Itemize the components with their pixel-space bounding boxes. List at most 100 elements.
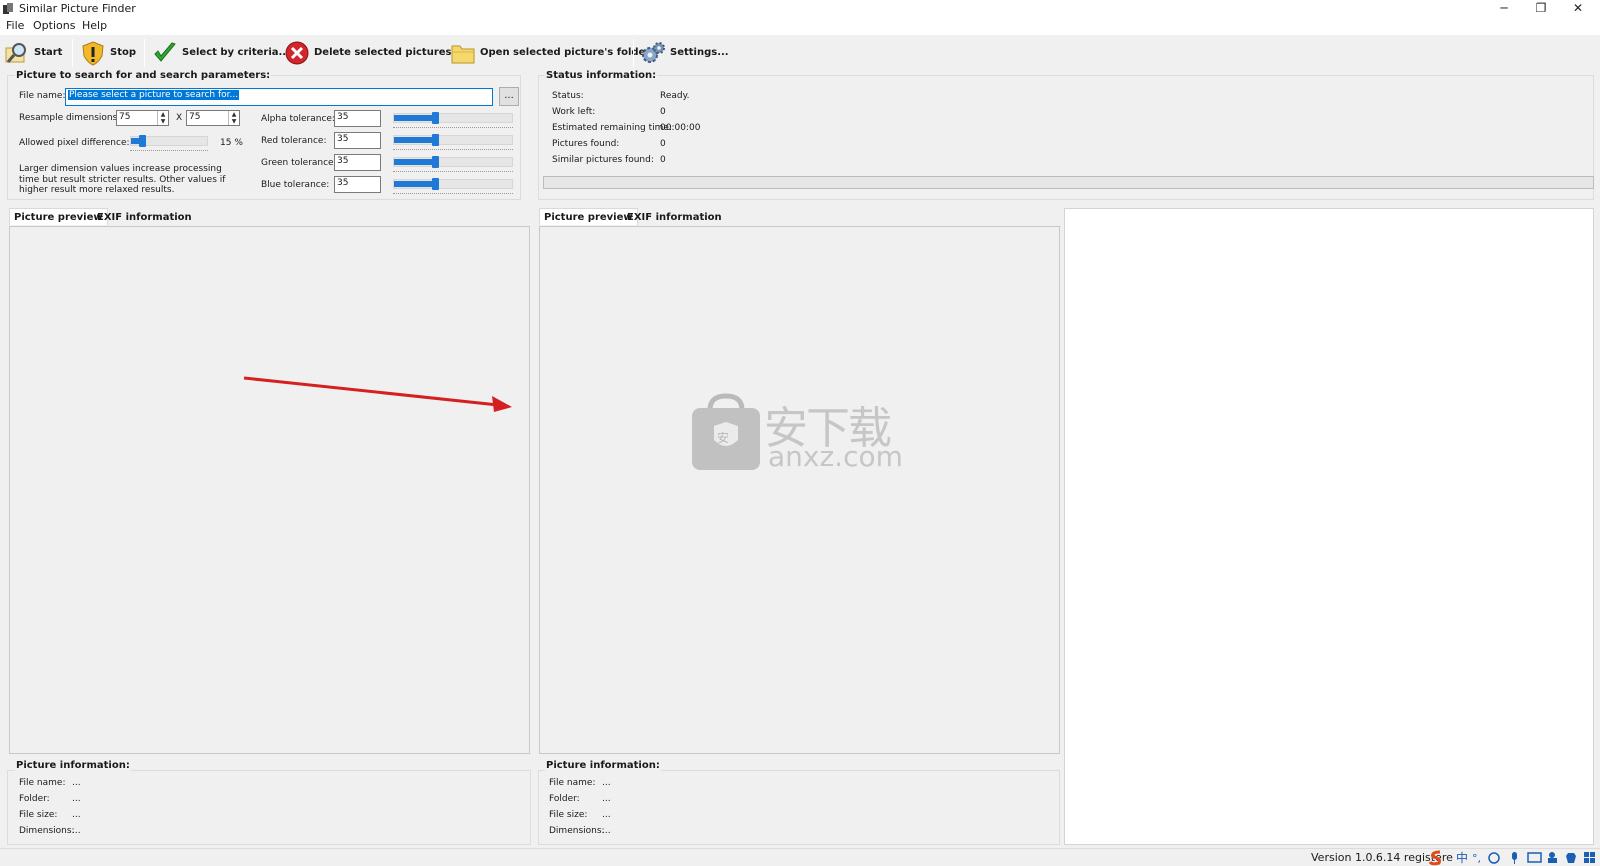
dimensions-info-value: ...: [602, 826, 611, 836]
file-name-info-label: File name:: [549, 778, 596, 788]
slider-thumb[interactable]: [432, 178, 440, 190]
checkmark-icon: [152, 40, 178, 66]
slider-track: [393, 156, 513, 168]
tab-exif-left[interactable]: EXIF information: [93, 209, 196, 226]
window-title: Similar Picture Finder: [19, 2, 136, 15]
delete-selected-button[interactable]: Delete selected pictures...: [284, 38, 463, 67]
dimensions-info-value: ...: [72, 826, 81, 836]
resample-label: Resample dimensions:: [19, 113, 121, 123]
slider-thumb[interactable]: [432, 156, 440, 168]
file-size-info-label: File size:: [549, 810, 588, 820]
alpha-tolerance-slider[interactable]: [393, 112, 513, 129]
file-name-value: Please select a picture to search for...: [68, 90, 240, 100]
red-tolerance-slider[interactable]: [393, 134, 513, 151]
status-title: Status information:: [545, 70, 658, 81]
settings-label: Settings...: [670, 47, 729, 58]
slider-thumb[interactable]: [432, 112, 440, 124]
slider-thumb[interactable]: [432, 134, 440, 146]
dimensions-info-label: Dimensions:: [549, 826, 605, 836]
red-arrow-annotation: [243, 376, 512, 412]
pictures-found-label: Pictures found:: [552, 139, 620, 149]
spin-arrows-icon[interactable]: ▲ ▼: [228, 111, 239, 125]
toolbar-separator: [144, 39, 145, 67]
close-button[interactable]: ✕: [1560, 0, 1596, 18]
green-tolerance-label: Green tolerance:: [261, 158, 337, 168]
resample-width-value: 75: [119, 112, 131, 122]
green-tolerance-input[interactable]: 35: [334, 154, 381, 171]
title-bar: Similar Picture Finder ─ ❐ ✕: [0, 0, 1600, 18]
file-name-label: File name:: [19, 91, 66, 101]
slider-thumb[interactable]: [139, 135, 147, 147]
menu-help[interactable]: Help: [82, 19, 107, 32]
watermark-domain: anxz.com: [768, 440, 903, 473]
svg-text:中: 中: [1456, 850, 1468, 865]
slider-track: [393, 178, 513, 190]
toolbar: Start Stop Select by criteria... Delete …: [0, 35, 1600, 70]
blue-tolerance-label: Blue tolerance:: [261, 180, 330, 190]
stop-button[interactable]: Stop: [80, 38, 136, 67]
file-name-input[interactable]: Please select a picture to search for...: [65, 88, 493, 106]
dimensions-info-label: Dimensions:: [19, 826, 75, 836]
select-by-criteria-button[interactable]: Select by criteria...: [152, 38, 290, 67]
stop-label: Stop: [110, 47, 137, 58]
menu-file[interactable]: File: [6, 19, 24, 32]
picture-info-left-title: Picture information:: [15, 760, 131, 771]
open-folder-button[interactable]: Open selected picture's folder: [450, 38, 650, 67]
toolbar-separator: [633, 39, 634, 67]
red-tolerance-input[interactable]: 35: [334, 132, 381, 149]
restore-button[interactable]: ❐: [1523, 0, 1559, 18]
delete-selected-label: Delete selected pictures...: [314, 47, 463, 58]
resample-height-value: 75: [189, 112, 201, 122]
tab-exif-right[interactable]: EXIF information: [623, 209, 726, 226]
file-name-info-value: ...: [602, 778, 611, 788]
watermark-badge: 安: [717, 431, 730, 445]
picture-preview-left: [9, 226, 530, 754]
watermark: 安 安下载 anxz.com: [690, 392, 912, 474]
slider-fill: [394, 159, 436, 165]
menu-bar: File Options Help: [0, 18, 1600, 35]
work-left-label: Work left:: [552, 107, 596, 117]
picture-preview-right: [539, 226, 1060, 754]
browse-button[interactable]: ...: [499, 87, 519, 106]
alpha-tolerance-label: Alpha tolerance:: [261, 114, 335, 124]
slider-ticks: [393, 169, 513, 172]
app-icon: [3, 3, 13, 14]
spin-arrows-icon[interactable]: ▲ ▼: [157, 111, 168, 125]
file-name-info-label: File name:: [19, 778, 66, 788]
ime-toolbar-icons[interactable]: 中 °,: [1428, 849, 1598, 866]
pixel-diff-slider[interactable]: [130, 135, 208, 152]
resample-x: X: [176, 113, 183, 123]
settings-button[interactable]: Settings...: [640, 38, 729, 67]
open-folder-label: Open selected picture's folder: [480, 47, 651, 58]
picture-info-right: [538, 770, 1060, 845]
red-tolerance-label: Red tolerance:: [261, 136, 327, 146]
resample-width-stepper[interactable]: 75 ▲ ▼: [116, 110, 169, 126]
blue-tolerance-slider[interactable]: [393, 178, 513, 195]
status-bar: Version 1.0.6.14 registere 中 °,: [0, 848, 1600, 866]
blue-tolerance-input[interactable]: 35: [334, 176, 381, 193]
similar-found-label: Similar pictures found:: [552, 155, 654, 165]
pixel-diff-value: 15 %: [220, 138, 243, 148]
slider-track: [393, 134, 513, 146]
green-tolerance-slider[interactable]: [393, 156, 513, 173]
status-value: Ready.: [660, 91, 690, 101]
minimize-button[interactable]: ─: [1486, 0, 1522, 18]
delete-x-icon: [284, 40, 310, 66]
search-parameters-title: Picture to search for and search paramet…: [15, 70, 272, 81]
magnifier-icon: [4, 40, 30, 66]
similar-found-value: 0: [660, 155, 666, 165]
file-size-info-label: File size:: [19, 810, 58, 820]
gears-icon: [640, 40, 666, 66]
resample-height-stepper[interactable]: 75 ▲ ▼: [186, 110, 240, 126]
start-button[interactable]: Start: [4, 38, 62, 67]
slider-ticks: [130, 148, 208, 151]
results-list[interactable]: [1064, 208, 1594, 845]
slider-track: [130, 135, 208, 147]
start-label: Start: [34, 47, 63, 58]
alpha-tolerance-input[interactable]: 35: [334, 110, 381, 127]
work-left-value: 0: [660, 107, 666, 117]
toolbar-separator: [72, 39, 73, 67]
menu-options[interactable]: Options: [33, 19, 75, 32]
folder-info-label: Folder:: [19, 794, 50, 804]
picture-info-left: [7, 770, 531, 845]
